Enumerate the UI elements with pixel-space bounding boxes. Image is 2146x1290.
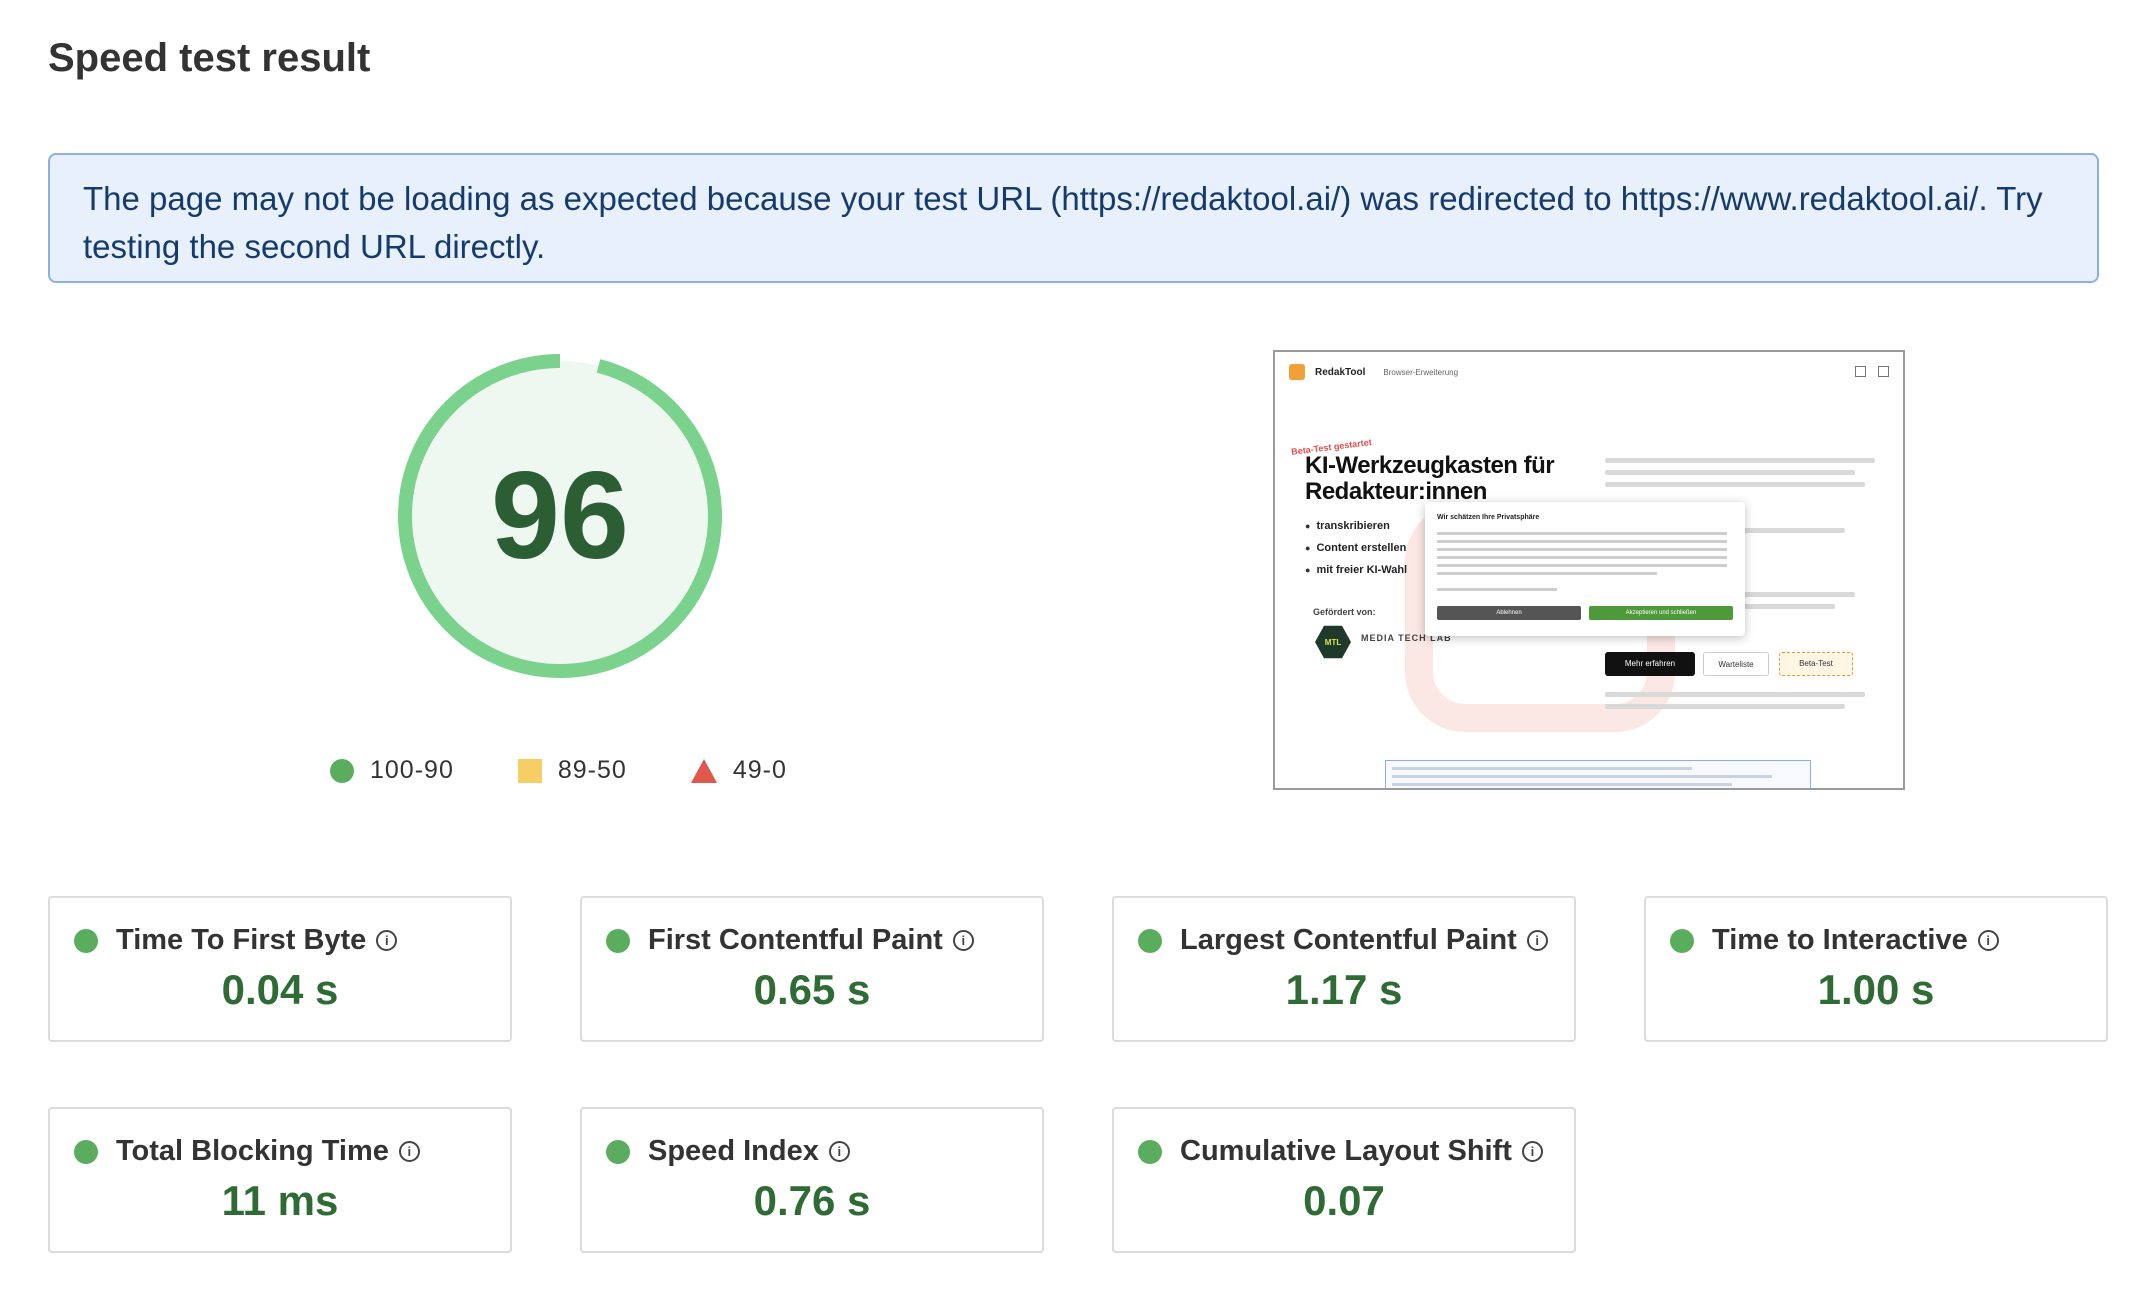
metric-value: 11 ms	[221, 1177, 339, 1224]
settings-icon	[1878, 366, 1889, 377]
thumb-toolbar-icons	[1855, 366, 1889, 377]
metric-card-tti: Time to Interactive i 1.00 s	[1644, 896, 2108, 1042]
status-good-icon	[606, 928, 630, 953]
metric-value: 0.65 s	[753, 966, 871, 1013]
metric-card-speed-index: Speed Index i 0.76 s	[580, 1107, 1044, 1253]
redirect-alert: The page may not be loading as expected …	[48, 153, 2099, 283]
metric-label: Cumulative Layout Shift	[1180, 1135, 1512, 1167]
metric-value: 0.07	[1303, 1177, 1385, 1224]
metric-value: 1.17 s	[1285, 966, 1403, 1013]
thumb-waitlist-button: Warteliste	[1703, 652, 1769, 676]
thumb-cookie-title: Wir schätzen Ihre Privatsphäre	[1437, 514, 1540, 521]
legend-item-poor: 49-0	[690, 756, 787, 785]
text-line	[1392, 767, 1692, 770]
redaktool-logo-icon	[1289, 364, 1305, 380]
info-icon[interactable]: i	[828, 1141, 850, 1162]
score-legend: 100-90 89-50 49-0	[330, 756, 851, 785]
metric-card-ttfb: Time To First Byte i 0.04 s	[48, 896, 512, 1042]
text-line	[1392, 783, 1732, 786]
text-line	[1392, 775, 1772, 778]
metric-header: Time To First Byte i	[74, 924, 398, 957]
text-line	[1437, 548, 1727, 551]
thumb-beta-button: Beta-Test	[1779, 652, 1853, 676]
thumb-hero-line1: KI-Werkzeugkasten für	[1305, 452, 1555, 479]
thumb-reject-button: Ablehnen	[1437, 606, 1581, 620]
metric-label: Speed Index	[648, 1135, 819, 1167]
status-good-icon	[1138, 1139, 1162, 1164]
info-icon[interactable]: i	[398, 1141, 420, 1162]
thumb-cookie-dialog: Wir schätzen Ihre Privatsphäre Ablehnen …	[1425, 502, 1745, 636]
thumb-brand: RedakTool	[1315, 366, 1366, 378]
status-good-icon	[1138, 928, 1162, 953]
thumb-more-button: Mehr erfahren	[1605, 652, 1695, 676]
info-icon[interactable]: i	[1977, 930, 1999, 951]
legend-label-good: 100-90	[370, 756, 454, 784]
metric-label: Largest Contentful Paint	[1180, 924, 1517, 956]
metric-label: Total Blocking Time	[116, 1135, 389, 1167]
metric-header: First Contentful Paint i	[606, 924, 974, 957]
info-icon[interactable]: i	[376, 930, 398, 951]
metric-header: Total Blocking Time i	[74, 1135, 420, 1168]
external-link-icon	[1855, 366, 1866, 377]
metric-header: Largest Contentful Paint i	[1138, 924, 1548, 957]
metric-header: Time to Interactive i	[1670, 924, 1999, 957]
score-value: 96	[491, 447, 629, 585]
thumb-feature: Content erstellen	[1305, 542, 1406, 554]
metric-label: Time to Interactive	[1712, 924, 1968, 956]
thumb-feature: mit freier KI-Wahl	[1305, 564, 1407, 576]
metric-header: Cumulative Layout Shift i	[1138, 1135, 1543, 1168]
green-circle-icon	[330, 758, 354, 783]
info-icon[interactable]: i	[1521, 1141, 1543, 1162]
status-good-icon	[606, 1139, 630, 1164]
legend-item-average: 89-50	[517, 756, 627, 785]
red-triangle-icon	[690, 758, 717, 783]
metric-value: 0.76 s	[753, 1177, 871, 1224]
legend-label-average: 89-50	[557, 756, 627, 784]
text-line	[1437, 556, 1727, 559]
page-title: Speed test result	[48, 36, 371, 80]
text-line	[1605, 458, 1875, 463]
thumb-accept-button: Akzeptieren und schließen	[1589, 606, 1733, 620]
info-icon[interactable]: i	[1526, 930, 1548, 951]
metric-value: 1.00 s	[1817, 966, 1935, 1013]
text-line	[1437, 588, 1557, 591]
text-line	[1605, 692, 1865, 697]
metric-label: Time To First Byte	[116, 924, 367, 956]
metric-card-cls: Cumulative Layout Shift i 0.07	[1112, 1107, 1576, 1253]
text-line	[1605, 470, 1855, 475]
text-line	[1437, 532, 1727, 535]
metric-card-fcp: First Contentful Paint i 0.65 s	[580, 896, 1044, 1042]
text-line	[1605, 482, 1865, 487]
status-good-icon	[74, 928, 98, 953]
text-line	[1437, 540, 1727, 543]
metric-value: 0.04 s	[221, 966, 339, 1013]
thumb-feature: transkribieren	[1305, 520, 1389, 532]
metric-card-lcp: Largest Contentful Paint i 1.17 s	[1112, 896, 1576, 1042]
score-gauge: 96	[390, 346, 730, 686]
thumb-nav: Browser-Erweiterung	[1383, 367, 1459, 377]
thumb-topbar: RedakTool Browser-Erweiterung	[1275, 352, 1903, 392]
text-line	[1437, 564, 1727, 567]
metric-header: Speed Index i	[606, 1135, 850, 1168]
legend-label-poor: 49-0	[732, 756, 787, 784]
status-good-icon	[1670, 928, 1694, 953]
metric-label: First Contentful Paint	[648, 924, 943, 956]
text-line	[1437, 572, 1657, 575]
yellow-square-icon	[517, 758, 542, 783]
mtl-logo: MTL	[1315, 625, 1351, 659]
info-icon[interactable]: i	[952, 930, 974, 951]
legend-item-good: 100-90	[330, 756, 454, 785]
page-screenshot-thumbnail: RedakTool Browser-Erweiterung Beta-Test …	[1273, 350, 1905, 790]
status-good-icon	[74, 1139, 98, 1164]
thumb-funded-label: Gefördert von:	[1313, 607, 1376, 617]
metric-card-tbt: Total Blocking Time i 11 ms	[48, 1107, 512, 1253]
text-line	[1605, 704, 1845, 709]
thumb-editor-preview	[1385, 760, 1811, 788]
